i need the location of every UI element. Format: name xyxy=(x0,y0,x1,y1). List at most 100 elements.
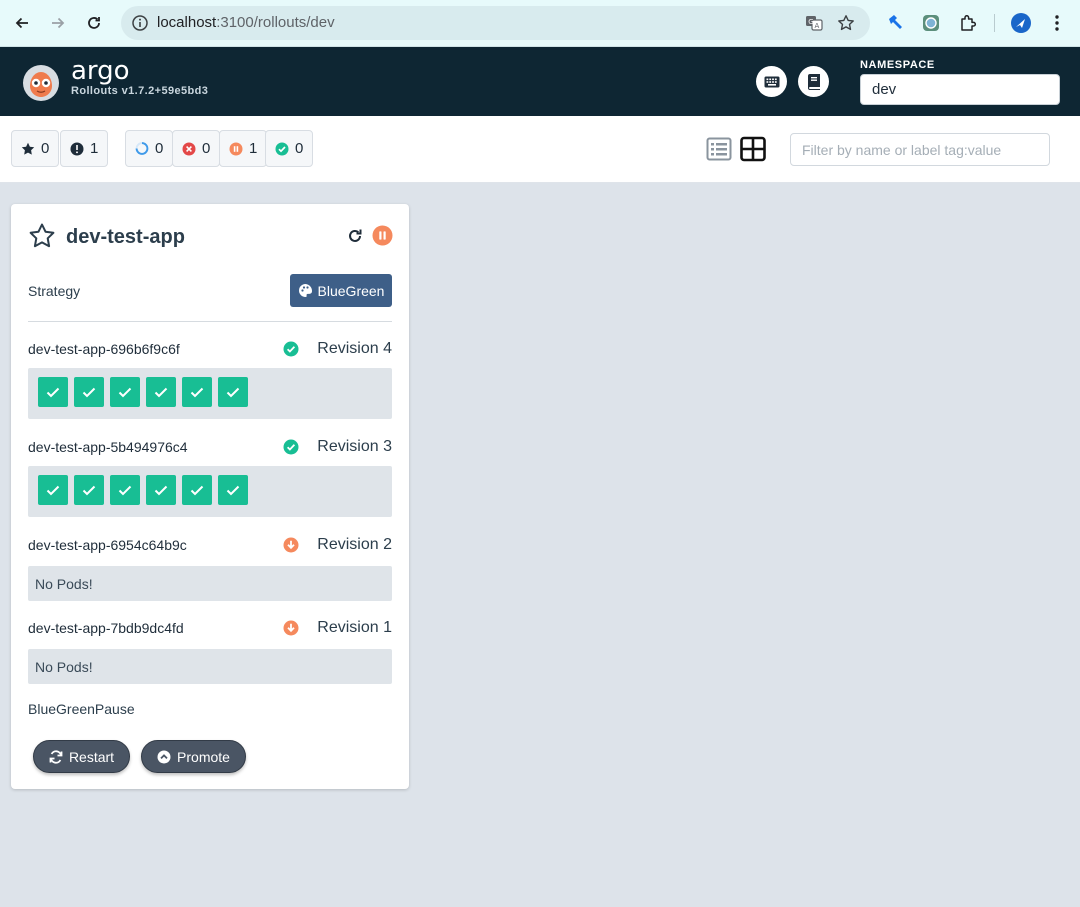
pod-healthy[interactable] xyxy=(146,475,176,505)
healthy-icon xyxy=(283,341,299,357)
namespace-input[interactable] xyxy=(860,74,1060,105)
warnings-count: 1 xyxy=(90,140,99,157)
pod-healthy[interactable] xyxy=(38,377,68,407)
documentation-button[interactable] xyxy=(798,66,829,97)
argo-logo[interactable] xyxy=(22,64,60,102)
pod-healthy[interactable] xyxy=(182,475,212,505)
paused-status-icon xyxy=(372,225,393,246)
progressing-count: 0 xyxy=(155,140,164,157)
palette-icon xyxy=(298,284,312,297)
check-icon xyxy=(226,387,240,398)
warnings-filter[interactable]: 1 xyxy=(60,130,109,167)
book-icon xyxy=(807,73,820,90)
pod-healthy[interactable] xyxy=(74,377,104,407)
keyboard-shortcuts-button[interactable] xyxy=(756,66,787,97)
pod-healthy[interactable] xyxy=(110,377,140,407)
pods-container xyxy=(28,466,392,517)
healthy-filter[interactable]: 0 xyxy=(265,130,314,167)
revision-name: dev-test-app-6954c64b9c xyxy=(28,537,187,553)
pod-healthy[interactable] xyxy=(218,475,248,505)
pod-healthy[interactable] xyxy=(146,377,176,407)
degraded-filter[interactable]: 0 xyxy=(172,130,221,167)
warning-icon xyxy=(70,142,84,156)
extensions-puzzle-icon[interactable] xyxy=(957,12,979,34)
pods-container xyxy=(28,368,392,419)
browser-menu-icon[interactable] xyxy=(1046,12,1068,34)
check-icon xyxy=(154,485,168,496)
pod-healthy[interactable] xyxy=(218,377,248,407)
check-icon xyxy=(190,485,204,496)
extension-hammer-icon[interactable] xyxy=(884,12,906,34)
star-icon xyxy=(21,142,35,156)
filter-input[interactable] xyxy=(790,133,1050,166)
address-bar[interactable]: localhost:3100/rollouts/dev GA xyxy=(121,6,870,40)
paused-count: 1 xyxy=(249,140,258,157)
degraded-count: 0 xyxy=(202,140,211,157)
restart-label: Restart xyxy=(68,748,115,765)
check-icon xyxy=(118,387,132,398)
favorite-star-icon[interactable] xyxy=(28,222,56,250)
chevron-circle-up-icon xyxy=(157,750,171,763)
rollout-card[interactable]: dev-test-app Strategy BlueGreen dev-test… xyxy=(11,204,409,789)
reload-icon xyxy=(88,17,100,29)
grid-view-icon xyxy=(740,136,766,162)
promote-button[interactable]: Promote xyxy=(141,740,246,773)
refresh-icon[interactable] xyxy=(346,227,364,245)
toolbar-separator xyxy=(994,14,995,32)
filter-toolbar: 0 1 0 0 1 0 xyxy=(0,116,1080,183)
check-icon xyxy=(46,387,60,398)
revision-label: Revision 4 xyxy=(317,340,392,357)
check-icon xyxy=(190,387,204,398)
brand-name: argo xyxy=(71,56,130,86)
check-icon xyxy=(118,485,132,496)
url-text: localhost:3100/rollouts/dev xyxy=(157,14,335,31)
revision-label: Revision 1 xyxy=(317,619,392,636)
pod-healthy[interactable] xyxy=(110,475,140,505)
check-icon xyxy=(46,485,60,496)
rollout-title[interactable]: dev-test-app xyxy=(66,226,185,249)
divider xyxy=(28,321,392,322)
revision-label: Revision 2 xyxy=(317,536,392,553)
list-view-icon xyxy=(706,137,732,161)
revision-name: dev-test-app-7bdb9dc4fd xyxy=(28,620,184,636)
healthy-count: 0 xyxy=(295,140,304,157)
paused-icon xyxy=(229,142,243,156)
current-step-label: BlueGreenPause xyxy=(28,701,135,717)
translate-icon[interactable]: GA xyxy=(805,14,823,32)
strategy-label: Strategy xyxy=(28,283,81,299)
bookmark-star-icon[interactable] xyxy=(837,14,855,32)
degraded-icon xyxy=(182,142,196,156)
revision-name: dev-test-app-5b494976c4 xyxy=(28,439,188,455)
progressing-filter[interactable]: 0 xyxy=(125,130,174,167)
promote-label: Promote xyxy=(177,748,230,765)
paused-filter[interactable]: 1 xyxy=(219,130,268,167)
reload-button[interactable] xyxy=(83,12,105,34)
healthy-icon xyxy=(283,439,299,455)
favorites-count: 0 xyxy=(41,140,50,157)
back-arrow-icon xyxy=(15,17,28,29)
revision-label: Revision 3 xyxy=(317,438,392,455)
restart-button[interactable]: Restart xyxy=(33,740,130,773)
grid-view-button[interactable] xyxy=(740,136,766,162)
site-info-icon[interactable] xyxy=(131,14,149,32)
pods-container: No Pods! xyxy=(28,649,392,684)
profile-avatar[interactable] xyxy=(1010,12,1032,34)
progressing-icon xyxy=(135,142,149,156)
strategy-badge: BlueGreen xyxy=(290,274,392,307)
namespace-label: NAMESPACE xyxy=(860,59,935,71)
list-view-button[interactable] xyxy=(706,136,732,162)
healthy-icon xyxy=(275,142,289,156)
pods-container: No Pods! xyxy=(28,566,392,601)
svg-text:G: G xyxy=(808,18,813,26)
app-header: argo Rollouts v1.7.2+59e5bd3 NAMESPACE xyxy=(0,47,1080,116)
forward-button[interactable] xyxy=(47,12,69,34)
favorites-filter[interactable]: 0 xyxy=(11,130,60,167)
pod-healthy[interactable] xyxy=(74,475,104,505)
scaled-down-icon xyxy=(283,537,299,553)
back-button[interactable] xyxy=(11,12,33,34)
no-pods-text: No Pods! xyxy=(35,576,93,592)
check-icon xyxy=(226,485,240,496)
pod-healthy[interactable] xyxy=(38,475,68,505)
pod-healthy[interactable] xyxy=(182,377,212,407)
extension-globe-icon[interactable] xyxy=(920,12,942,34)
